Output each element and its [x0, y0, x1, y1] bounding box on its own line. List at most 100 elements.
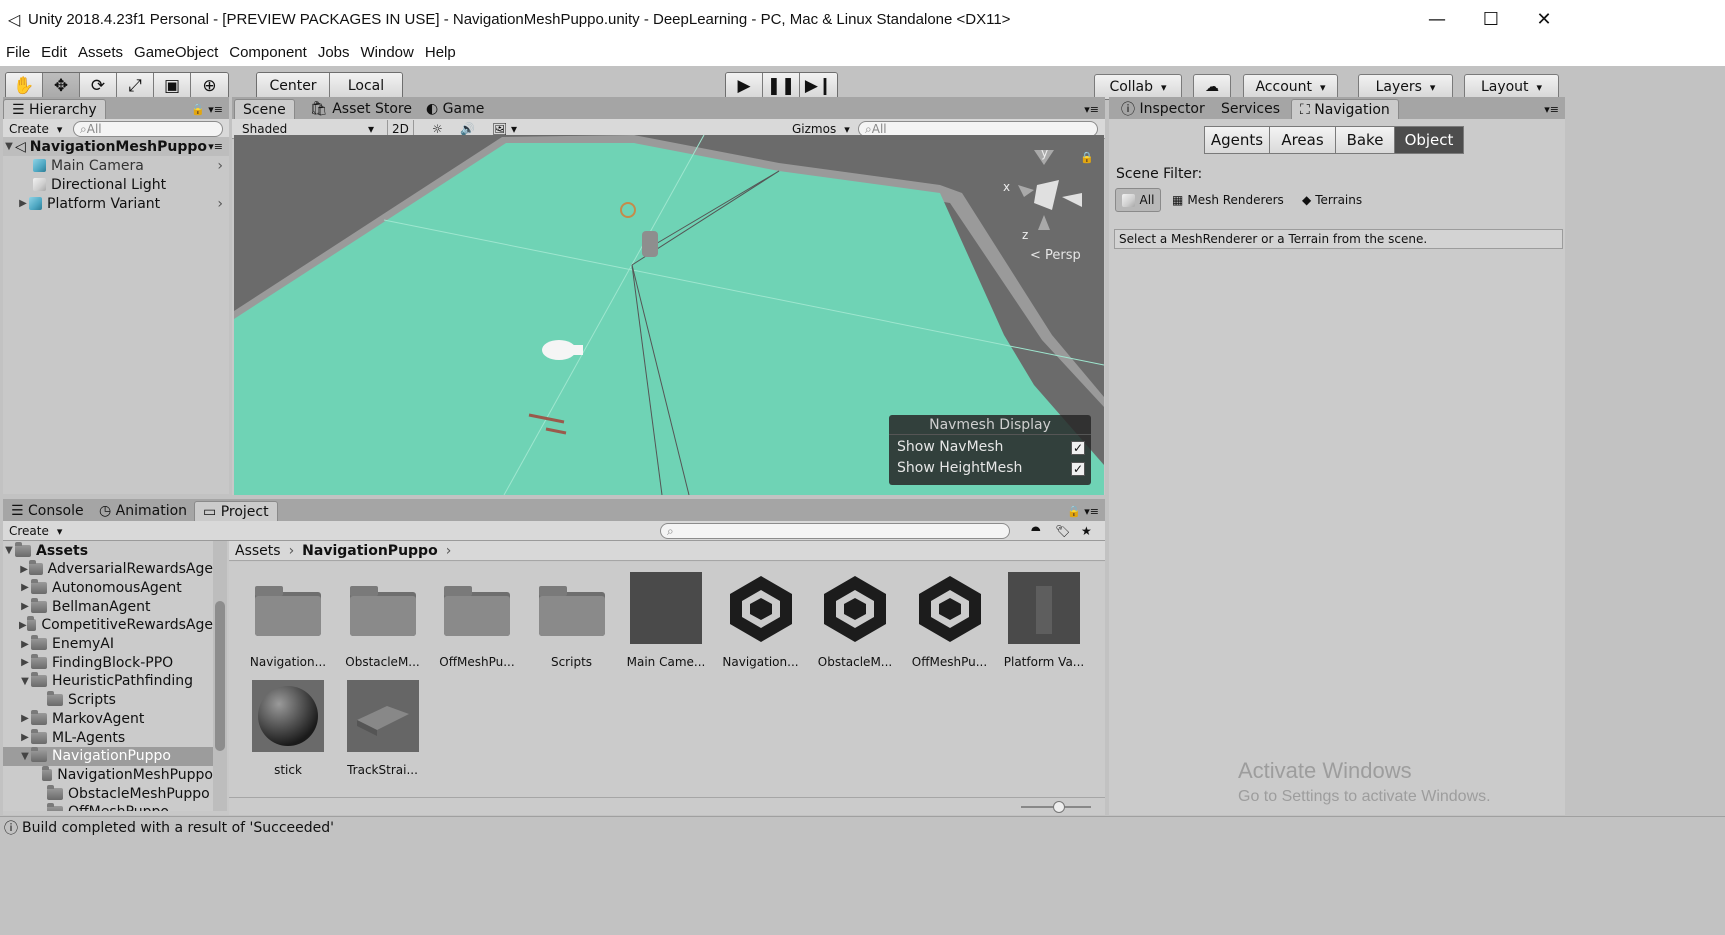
- filter-terrains-button[interactable]: ◆ Terrains: [1302, 188, 1362, 212]
- asset-item[interactable]: OffMeshPu...: [432, 572, 522, 669]
- scene-menu-icon[interactable]: ▾≡: [208, 140, 223, 153]
- menu-gameobject[interactable]: GameObject: [132, 44, 227, 61]
- tree-item[interactable]: ▶ AdversarialRewardsAge: [19, 560, 213, 579]
- menu-file[interactable]: File: [4, 44, 39, 61]
- zoom-slider-thumb[interactable]: [1053, 801, 1065, 813]
- filter-mesh-renderers-button[interactable]: ▦ Mesh Renderers: [1172, 188, 1284, 212]
- expand-arrow-right-icon[interactable]: ▶: [19, 657, 31, 668]
- show-navmesh-checkbox[interactable]: ✓: [1071, 441, 1085, 455]
- expand-arrow-icon[interactable]: ▶: [17, 198, 29, 209]
- hierarchy-search-input[interactable]: ⌕ All: [73, 121, 223, 137]
- breadcrumb-assets[interactable]: Assets: [235, 543, 281, 559]
- chevron-right-icon[interactable]: ›: [217, 196, 223, 212]
- rect-icon[interactable]: ▣: [154, 73, 191, 99]
- rotate-icon[interactable]: ⟳: [80, 73, 117, 99]
- favorites-star-icon[interactable]: ★: [1077, 522, 1096, 540]
- pause-icon[interactable]: ❚❚: [763, 73, 800, 99]
- tree-item[interactable]: OffMeshPuppo: [35, 803, 213, 811]
- asset-item[interactable]: Main Came...: [621, 572, 711, 669]
- expand-arrow-icon[interactable]: ▼: [3, 141, 15, 152]
- tab-services[interactable]: Services: [1213, 99, 1288, 119]
- tab-game[interactable]: ◐ Game: [418, 99, 492, 119]
- maximize-button[interactable]: ☐: [1462, 0, 1520, 38]
- tab-console[interactable]: ☰ Console: [3, 501, 92, 521]
- tree-item[interactable]: Scripts: [35, 691, 213, 710]
- play-icon[interactable]: ▶: [726, 73, 763, 99]
- nav-tab-object[interactable]: Object: [1394, 126, 1464, 154]
- hierarchy-item-directional-light[interactable]: Directional Light: [33, 175, 229, 194]
- tab-asset-store[interactable]: 🛍 Asset Store: [302, 99, 420, 119]
- panel-menu-icon[interactable]: 🔒 ▾≡: [187, 100, 227, 118]
- asset-item[interactable]: Platform Va...: [999, 572, 1089, 669]
- asset-item[interactable]: ObstacleM...: [810, 572, 900, 669]
- step-icon[interactable]: ▶❙: [800, 73, 837, 99]
- expand-arrow-right-icon[interactable]: ▶: [19, 713, 31, 724]
- breadcrumb-navigationpuppo[interactable]: NavigationPuppo: [302, 543, 438, 559]
- menu-component[interactable]: Component: [227, 44, 316, 61]
- panel-menu-icon[interactable]: ▾≡: [1080, 100, 1103, 118]
- tree-item[interactable]: ▶ EnemyAI: [19, 635, 213, 654]
- tree-item[interactable]: ▶ MarkovAgent: [19, 709, 213, 728]
- lock-icon[interactable]: 🔒: [1080, 151, 1094, 164]
- hierarchy-item-platform-variant[interactable]: ▶ Platform Variant ›: [17, 194, 229, 213]
- tree-item[interactable]: ▶ ML-Agents: [19, 728, 213, 747]
- nav-tab-agents[interactable]: Agents: [1204, 126, 1270, 154]
- tree-scrollbar[interactable]: [213, 541, 227, 811]
- project-search-input[interactable]: ⌕: [660, 523, 1010, 539]
- tree-item[interactable]: ▼ HeuristicPathfinding: [19, 672, 213, 691]
- tree-item[interactable]: ▶ AutonomousAgent: [19, 578, 213, 597]
- pivot-center-button[interactable]: Center: [257, 73, 330, 99]
- tree-scrollbar-thumb[interactable]: [215, 601, 225, 751]
- menu-assets[interactable]: Assets: [76, 44, 132, 61]
- tree-item[interactable]: NavigationMeshPuppo: [35, 765, 213, 784]
- expand-arrow-right-icon[interactable]: ▶: [19, 564, 29, 575]
- expand-arrow-right-icon[interactable]: ▶: [19, 639, 31, 650]
- show-heightmesh-checkbox[interactable]: ✓: [1071, 462, 1085, 476]
- expand-arrow-right-icon[interactable]: ▶: [19, 601, 31, 612]
- chevron-right-icon[interactable]: ›: [217, 158, 223, 174]
- hierarchy-item-main-camera[interactable]: Main Camera ›: [33, 156, 229, 175]
- tab-animation[interactable]: ◷ Animation: [91, 501, 195, 521]
- hierarchy-create-dropdown[interactable]: Create: [5, 120, 66, 138]
- tab-project[interactable]: ▭ Project: [194, 501, 278, 521]
- expand-arrow-right-icon[interactable]: ▶: [19, 582, 31, 593]
- filter-by-type-icon[interactable]: ⯊: [1027, 522, 1045, 540]
- asset-item[interactable]: Scripts: [527, 572, 617, 669]
- persp-label[interactable]: < Persp: [1030, 248, 1081, 263]
- filter-all-button[interactable]: All: [1115, 188, 1161, 212]
- menu-window[interactable]: Window: [359, 44, 423, 61]
- expand-arrow-down-icon[interactable]: ▼: [19, 676, 31, 687]
- tree-item[interactable]: ▶ FindingBlock-PPO: [19, 653, 213, 672]
- tab-scene[interactable]: Scene: [234, 99, 295, 119]
- tab-navigation[interactable]: ⛶ Navigation: [1291, 99, 1399, 119]
- nav-tab-bake[interactable]: Bake: [1335, 126, 1395, 154]
- tree-item[interactable]: ▶ BellmanAgent: [19, 597, 213, 616]
- menu-help[interactable]: Help: [423, 44, 465, 61]
- project-create-dropdown[interactable]: Create: [5, 522, 66, 540]
- minimize-button[interactable]: —: [1408, 0, 1466, 38]
- close-button[interactable]: ✕: [1515, 0, 1573, 38]
- status-message[interactable]: Build completed with a result of 'Succee…: [22, 820, 334, 836]
- asset-item[interactable]: OffMeshPu...: [905, 572, 995, 669]
- pivot-local-button[interactable]: Local: [330, 73, 402, 99]
- tab-hierarchy[interactable]: ☰ Hierarchy: [3, 99, 106, 119]
- asset-item[interactable]: Navigation...: [243, 572, 333, 669]
- asset-item[interactable]: Navigation...: [716, 572, 806, 669]
- expand-arrow-right-icon[interactable]: ▶: [19, 732, 31, 743]
- tree-item[interactable]: ▼ Assets: [3, 541, 213, 560]
- move-icon[interactable]: ✥: [43, 73, 80, 99]
- tab-inspector[interactable]: ⓘ Inspector: [1113, 99, 1213, 119]
- nav-tab-areas[interactable]: Areas: [1269, 126, 1336, 154]
- menu-jobs[interactable]: Jobs: [316, 44, 359, 61]
- tree-item[interactable]: ▼ NavigationPuppo: [3, 746, 213, 766]
- expand-arrow-down-icon[interactable]: ▼: [3, 545, 15, 556]
- tree-item[interactable]: ▶ CompetitiveRewardsAge: [19, 616, 213, 635]
- menu-edit[interactable]: Edit: [39, 44, 76, 61]
- panel-menu-icon[interactable]: ▾≡: [1540, 100, 1563, 118]
- scene-root-row[interactable]: ▼ ◁ NavigationMeshPuppo ▾≡: [3, 137, 229, 156]
- panel-menu-icon[interactable]: 🔒 ▾≡: [1063, 502, 1103, 520]
- tree-item[interactable]: ObstacleMeshPuppo: [35, 784, 213, 803]
- asset-item[interactable]: stick: [243, 680, 333, 777]
- asset-item[interactable]: ObstacleM...: [338, 572, 428, 669]
- expand-arrow-right-icon[interactable]: ▶: [19, 620, 27, 631]
